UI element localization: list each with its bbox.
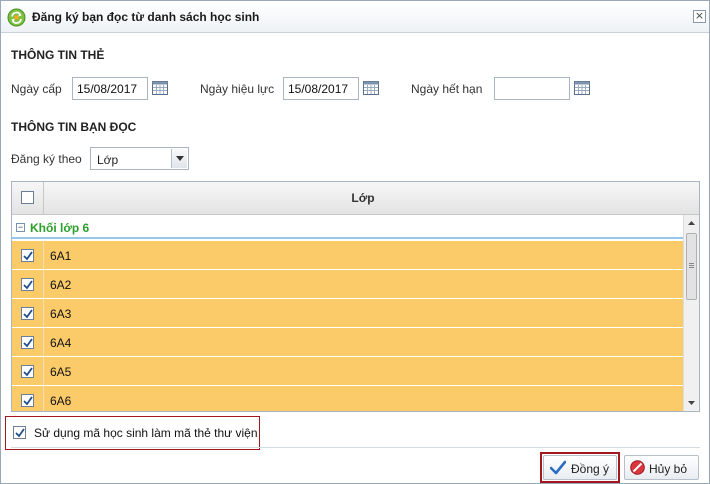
dialog-title: Đăng ký bạn đọc từ danh sách học sinh	[32, 10, 260, 24]
ok-button-label: Đồng ý	[571, 462, 610, 476]
row-class-name: 6A1	[50, 249, 72, 263]
row-class-name: 6A5	[50, 365, 72, 379]
checkmark-icon	[23, 309, 33, 319]
checkmark-icon	[550, 460, 566, 475]
ok-button[interactable]: Đồng ý	[543, 455, 617, 480]
reader-info-section-title: THÔNG TIN BẠN ĐỌC	[11, 120, 137, 134]
expiry-date-label: Ngày hết hạn	[411, 82, 483, 96]
use-student-code-option[interactable]: Sử dụng mã học sinh làm mã thẻ thư viện	[5, 416, 260, 450]
use-student-code-checkbox[interactable]	[13, 426, 26, 439]
checkmark-icon	[23, 338, 33, 348]
checkmark-icon	[23, 367, 33, 377]
expiry-date-field[interactable]	[494, 77, 570, 100]
scroll-down-icon[interactable]	[684, 395, 699, 411]
title-bar: Đăng ký bạn đọc từ danh sách học sinh ×	[1, 1, 709, 33]
row-class-name: 6A6	[50, 394, 72, 408]
close-icon[interactable]: ×	[693, 10, 706, 23]
card-info-section-title: THÔNG TIN THẺ	[11, 48, 105, 62]
collapse-icon[interactable]: −	[16, 223, 25, 232]
cancel-button-label: Hủy bỏ	[649, 462, 688, 476]
vertical-scrollbar[interactable]	[683, 215, 699, 411]
checkmark-icon	[23, 251, 33, 261]
class-grid: Lớp − Khối lớp 6 6A1 6A2 6A3 6A4 6A5 6A6	[11, 181, 700, 412]
checkmark-icon	[23, 396, 33, 406]
checkmark-icon	[15, 428, 25, 438]
row-checkbox[interactable]	[21, 278, 34, 291]
footer-divider	[11, 447, 700, 448]
select-all-cell	[12, 182, 44, 214]
calendar-icon[interactable]	[363, 81, 379, 95]
table-row[interactable]: 6A4	[12, 328, 683, 357]
class-column-header[interactable]: Lớp	[44, 182, 682, 214]
calendar-icon[interactable]	[152, 81, 168, 95]
table-row[interactable]: 6A1	[12, 241, 683, 270]
group-row: − Khối lớp 6	[12, 215, 683, 239]
table-row[interactable]: 6A5	[12, 357, 683, 386]
checkmark-icon	[23, 280, 33, 290]
refresh-green-icon	[7, 8, 26, 27]
issue-date-field[interactable]: 15/08/2017	[72, 77, 148, 100]
row-checkbox[interactable]	[21, 336, 34, 349]
use-student-code-label: Sử dụng mã học sinh làm mã thẻ thư viện	[34, 426, 258, 440]
issue-date-label: Ngày cấp	[11, 82, 62, 96]
calendar-icon[interactable]	[574, 81, 590, 95]
table-row[interactable]: 6A3	[12, 299, 683, 328]
row-checkbox[interactable]	[21, 394, 34, 407]
row-class-name: 6A2	[50, 278, 72, 292]
table-row[interactable]: 6A2	[12, 270, 683, 299]
row-checkbox[interactable]	[21, 307, 34, 320]
row-checkbox[interactable]	[21, 365, 34, 378]
scroll-up-icon[interactable]	[684, 215, 699, 231]
chevron-down-icon[interactable]	[171, 149, 187, 168]
register-readers-dialog: Đăng ký bạn đọc từ danh sách học sinh × …	[0, 0, 710, 484]
grid-header: Lớp	[12, 182, 699, 215]
register-by-label: Đăng ký theo	[11, 152, 82, 166]
table-row[interactable]: 6A6	[12, 386, 683, 411]
cancel-button[interactable]: Hủy bỏ	[624, 455, 699, 480]
effective-date-label: Ngày hiệu lực	[200, 82, 275, 96]
register-by-select[interactable]: Lớp	[90, 147, 189, 170]
row-checkbox[interactable]	[21, 249, 34, 262]
row-class-name: 6A4	[50, 336, 72, 350]
group-label: Khối lớp 6	[30, 221, 90, 235]
register-by-value: Lớp	[97, 153, 119, 167]
scrollbar-thumb[interactable]	[686, 233, 697, 300]
select-all-checkbox[interactable]	[21, 191, 34, 204]
effective-date-field[interactable]: 15/08/2017	[283, 77, 359, 100]
no-entry-icon	[630, 460, 645, 475]
row-class-name: 6A3	[50, 307, 72, 321]
